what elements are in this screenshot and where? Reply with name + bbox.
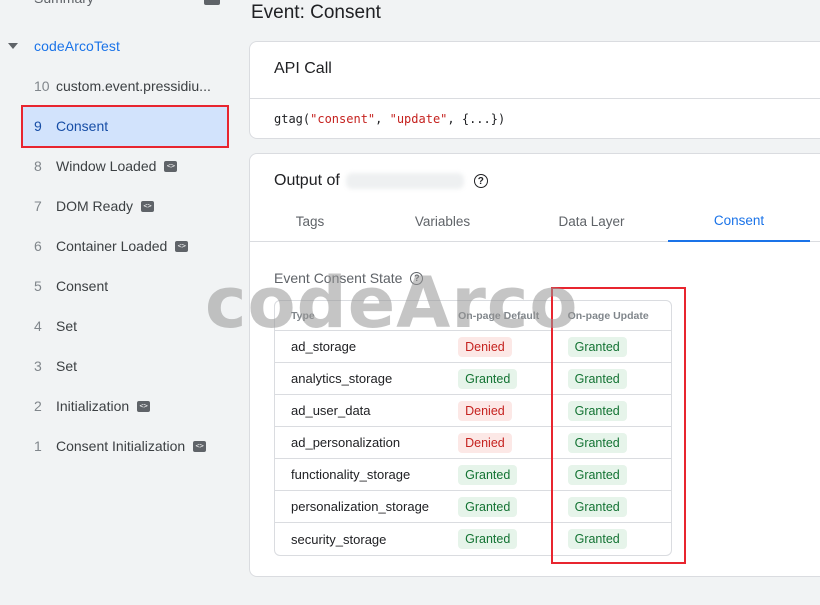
code-tag-icon: <>: [175, 240, 189, 252]
output-title: Output of ?: [274, 172, 488, 190]
default-cell: Denied: [442, 400, 551, 421]
code-sep: ,: [375, 112, 390, 126]
api-call-code: gtag("consent", "update", {...}): [274, 112, 505, 126]
consent-type: security_storage: [291, 531, 387, 547]
code-tag-icon: <>: [164, 160, 178, 172]
event-number: 3: [34, 358, 42, 374]
event-label: custom.event.pressidiu...: [56, 78, 211, 94]
event-label: Set: [56, 358, 78, 374]
section-label-text: Event Consent State: [274, 270, 403, 286]
output-card: Output of ? Tags Variables Data Layer Conse…: [249, 153, 820, 577]
event-number: 8: [34, 158, 42, 174]
container-name: codeArcoTest: [34, 38, 121, 54]
tab-tags[interactable]: Tags: [250, 200, 370, 242]
sidebar-event-item[interactable]: 7 DOM Ready <>: [22, 186, 228, 226]
sidebar-event-item[interactable]: 5 Consent: [22, 266, 228, 306]
sidebar-event-item[interactable]: 4 Set: [22, 306, 228, 346]
tab-consent[interactable]: Consent: [668, 200, 810, 242]
code-tag-icon: <>: [141, 200, 155, 212]
main-panel: Event: Consent API Call gtag("consent", …: [249, 0, 820, 605]
caret-down-icon[interactable]: [8, 43, 18, 49]
event-label: DOM Ready: [56, 198, 134, 214]
sidebar-event-item[interactable]: 6 Container Loaded <>: [22, 226, 228, 266]
api-call-card: API Call gtag("consent", "update", {...}…: [249, 41, 820, 139]
event-label: Consent Initialization: [56, 438, 186, 454]
event-label: Consent: [56, 278, 109, 294]
consent-type: personalization_storage: [291, 499, 430, 514]
event-number: 6: [34, 238, 42, 254]
redacted-container-id: [345, 173, 464, 189]
event-number: 7: [34, 198, 42, 214]
default-cell: Granted: [442, 496, 551, 517]
consent-type: ad_personalization: [291, 435, 401, 450]
event-number: 10: [34, 78, 50, 94]
event-number: 4: [34, 318, 42, 334]
status-badge: Granted: [458, 368, 518, 389]
default-cell: Granted: [442, 529, 551, 549]
event-label: Initialization: [56, 398, 130, 414]
status-badge: Granted: [458, 496, 518, 517]
sidebar-event-item[interactable]: 8 Window Loaded <>: [22, 146, 228, 186]
event-label: Set: [56, 318, 78, 334]
consent-type: ad_user_data: [291, 403, 371, 418]
output-tabs: Tags Variables Data Layer Consent: [250, 200, 820, 242]
event-number: 2: [34, 398, 42, 414]
default-cell: Granted: [442, 368, 551, 389]
tab-variables[interactable]: Variables: [370, 200, 515, 242]
code-tag-icon: <>: [193, 440, 207, 452]
status-badge: Denied: [458, 336, 512, 357]
status-badge: Granted: [458, 464, 518, 485]
event-consent-state-label: Event Consent State ?: [274, 270, 424, 286]
consent-type: functionality_storage: [291, 467, 411, 482]
code-arg-consent: "consent": [310, 112, 376, 126]
container-row[interactable]: codeArcoTest: [0, 32, 236, 60]
default-cell: Denied: [442, 432, 551, 453]
code-fn: gtag(: [274, 112, 311, 126]
sidebar-event-item[interactable]: 2 Initialization <>: [22, 386, 228, 426]
consent-type: analytics_storage: [291, 371, 393, 386]
help-icon[interactable]: ?: [410, 271, 424, 285]
event-label: Container Loaded: [56, 238, 168, 254]
api-call-title: API Call: [274, 60, 332, 77]
header-on-page-default: On-page Default: [458, 309, 540, 322]
event-number: 5: [34, 278, 42, 294]
consent-type: ad_storage: [291, 339, 357, 354]
event-label: Window Loaded: [56, 158, 157, 174]
highlight-box-consent: [21, 105, 229, 148]
sidebar: Summary codeArcoTest 10 custom.event.pres…: [0, 0, 236, 605]
header-type: Type: [291, 309, 315, 322]
status-badge: Denied: [458, 432, 512, 453]
tab-data-layer[interactable]: Data Layer: [515, 200, 668, 242]
event-number: 1: [34, 438, 42, 454]
sidebar-event-item[interactable]: 3 Set: [22, 346, 228, 386]
output-title-text: Output of: [274, 172, 340, 189]
code-arg-update: "update": [389, 112, 448, 126]
divider: [250, 98, 820, 99]
default-cell: Granted: [442, 464, 551, 485]
page-title: Event: Consent: [251, 2, 381, 23]
sidebar-summary[interactable]: Summary: [34, 0, 94, 10]
status-badge: Granted: [458, 529, 518, 549]
status-badge: Denied: [458, 400, 512, 421]
help-icon[interactable]: ?: [473, 174, 488, 188]
sidebar-event-item[interactable]: 1 Consent Initialization <>: [22, 426, 228, 466]
sidebar-event-item[interactable]: 10 custom.event.pressidiu...: [22, 66, 228, 106]
summary-icon: [204, 0, 220, 5]
highlight-box-on-page-update: [551, 287, 686, 564]
code-suffix: , {...}): [447, 112, 506, 126]
code-tag-icon: <>: [137, 400, 151, 412]
default-cell: Denied: [442, 336, 551, 357]
